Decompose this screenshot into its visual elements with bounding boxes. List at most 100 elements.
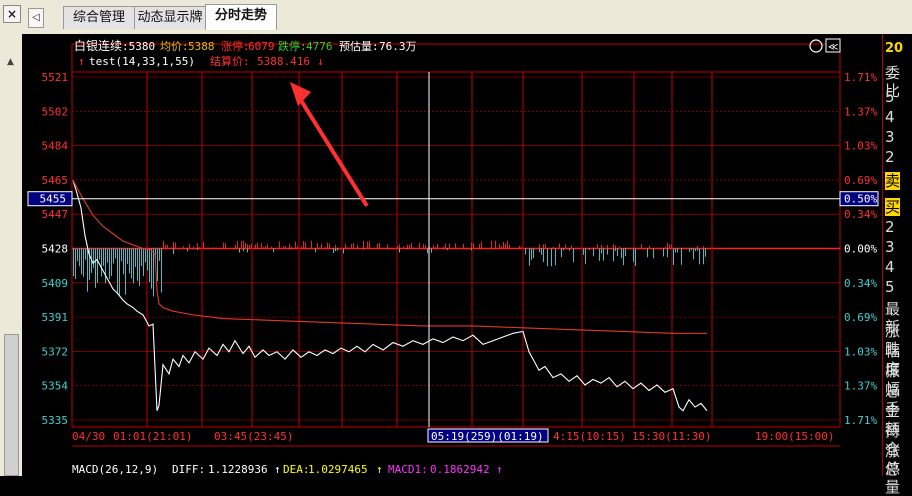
volume-bar-down (173, 248, 174, 255)
tab-scroll-left-icon[interactable]: ◁ (28, 8, 44, 28)
volume-bar-down (149, 248, 150, 283)
volume-bar-up (285, 245, 286, 249)
collapse-panel-glyph: ≪ (828, 42, 838, 53)
panel-ask-2: 2 (885, 148, 895, 166)
volume-bar-down (79, 248, 80, 267)
settings-gear-icon[interactable] (809, 39, 823, 53)
volume-bar-down (75, 248, 76, 279)
volume-bar-up (641, 243, 642, 249)
volume-bar-up (411, 242, 412, 249)
volume-bar-down (705, 248, 706, 257)
volume-bar-up (539, 244, 540, 249)
crosshair-price: 5455 (40, 193, 67, 206)
instrument-name: 白银连续 (74, 38, 122, 53)
volume-bar-down (615, 248, 616, 251)
volume-bar-up (257, 242, 258, 249)
tab-comprehensive-management[interactable]: 综合管理 (63, 6, 135, 29)
volume-bar-down (561, 248, 562, 257)
volume-bar-up (449, 243, 450, 249)
volume-bar-down (589, 248, 590, 250)
y-tick-right: 1.03% (844, 345, 877, 358)
volume-bar-up (403, 246, 404, 249)
avg-price-line (72, 180, 707, 334)
close-icon[interactable]: × (3, 5, 21, 23)
y-tick-left: 5391 (42, 311, 69, 324)
quote-panel: 20 委比 5 4 3 2 卖 买 2 3 4 5 最新 涨跌 幅度 振幅 总手… (882, 34, 912, 496)
volume-bar-up (571, 245, 572, 249)
volume-bar-down (137, 248, 138, 281)
volume-bar-up (187, 247, 188, 249)
y-tick-right: 1.37% (844, 105, 877, 118)
panel-buy: 买 (885, 198, 901, 216)
volume-bar-up (213, 247, 214, 249)
volume-bar-down (333, 248, 334, 254)
volume-bar-down (111, 248, 112, 276)
volume-bar-down (585, 248, 586, 265)
volume-bar-down (151, 248, 152, 289)
volume-bar-down (107, 248, 108, 263)
volume-bar-down (531, 248, 532, 260)
volume-bar-down (387, 248, 388, 250)
volume-bar-down (243, 248, 244, 251)
macd-diff-value: 1.1228936 (208, 463, 268, 476)
volume-bar-up (243, 240, 244, 249)
volume-bar-down (335, 248, 336, 252)
volume-bar-up (311, 240, 312, 249)
volume-bar-down (703, 248, 704, 265)
indicator-name: test(14,33,1,55) (89, 55, 195, 68)
chart-svg[interactable]: 5521 1.71% 5502 1.37% 5484 1.03% 5465 0.69% 5447… (22, 34, 882, 476)
volume-bar-up (353, 243, 354, 249)
volume-bar-down (621, 248, 622, 259)
limit-down-label: 跌停: (278, 39, 307, 53)
volume-bar-up (501, 246, 502, 249)
volume-bar-down (583, 248, 584, 255)
volume-bar-down (599, 248, 600, 261)
volume-bar-down (113, 248, 114, 264)
volume-bar-up (437, 243, 438, 249)
volume-bar-up (563, 247, 564, 249)
scroll-up-icon[interactable]: ▲ (4, 56, 17, 68)
volume-bar-down (87, 248, 88, 292)
vertical-scrollbar[interactable]: ▲ (0, 34, 23, 476)
volume-bar-up (175, 242, 176, 249)
volume-bar-down (273, 248, 274, 253)
volume-bar-up (279, 241, 280, 249)
volume-bar-down (125, 248, 126, 295)
x-label-date: 04/30 (72, 430, 105, 443)
panel-year: 20 (885, 41, 904, 56)
volume-bar-down (573, 248, 574, 263)
volume-bar-down (121, 248, 122, 262)
volume-bar-down (363, 248, 364, 250)
chart-frame (71, 43, 841, 428)
indicator-up-arrow: ↑ (78, 55, 85, 68)
volume-bar-down (431, 248, 432, 253)
volume-bar-down (653, 248, 654, 259)
volume-bar-down (673, 248, 674, 265)
volume-bar-down (699, 248, 700, 265)
volume-bar-up (397, 246, 398, 249)
scrollbar-thumb[interactable] (4, 334, 19, 476)
price-line (72, 180, 708, 412)
volume-bar-up (347, 247, 348, 249)
tab-dynamic-board[interactable]: 动态显示牌 (134, 6, 206, 29)
volume-bar-up (597, 243, 598, 249)
volume-bar-down (93, 248, 94, 268)
x-label-tick: 03:45(23:45) (214, 430, 293, 443)
tab-intraday-trend[interactable]: 分时走势 (205, 4, 277, 30)
panel-sell: 卖 (885, 172, 901, 190)
volume-bar-up (427, 247, 428, 249)
volume-bar-down (689, 248, 690, 252)
volume-bar-up (225, 242, 226, 249)
volume-bar-up (509, 244, 510, 249)
volume-bar-down (695, 248, 696, 251)
est-volume-value: 76.3万 (379, 40, 417, 53)
volume-bar-up (245, 242, 246, 249)
volume-bar-up (445, 243, 446, 249)
volume-bar-up (425, 245, 426, 249)
volume-bar-down (161, 248, 162, 293)
x-label-tick: 4:15(10:15) (553, 430, 626, 443)
volume-bar-up (471, 242, 472, 249)
limit-up-value: 6079 (248, 40, 275, 53)
volume-bar-up (545, 244, 546, 249)
intraday-chart[interactable]: 5521 1.71% 5502 1.37% 5484 1.03% 5465 0.69% 5447… (22, 34, 882, 476)
